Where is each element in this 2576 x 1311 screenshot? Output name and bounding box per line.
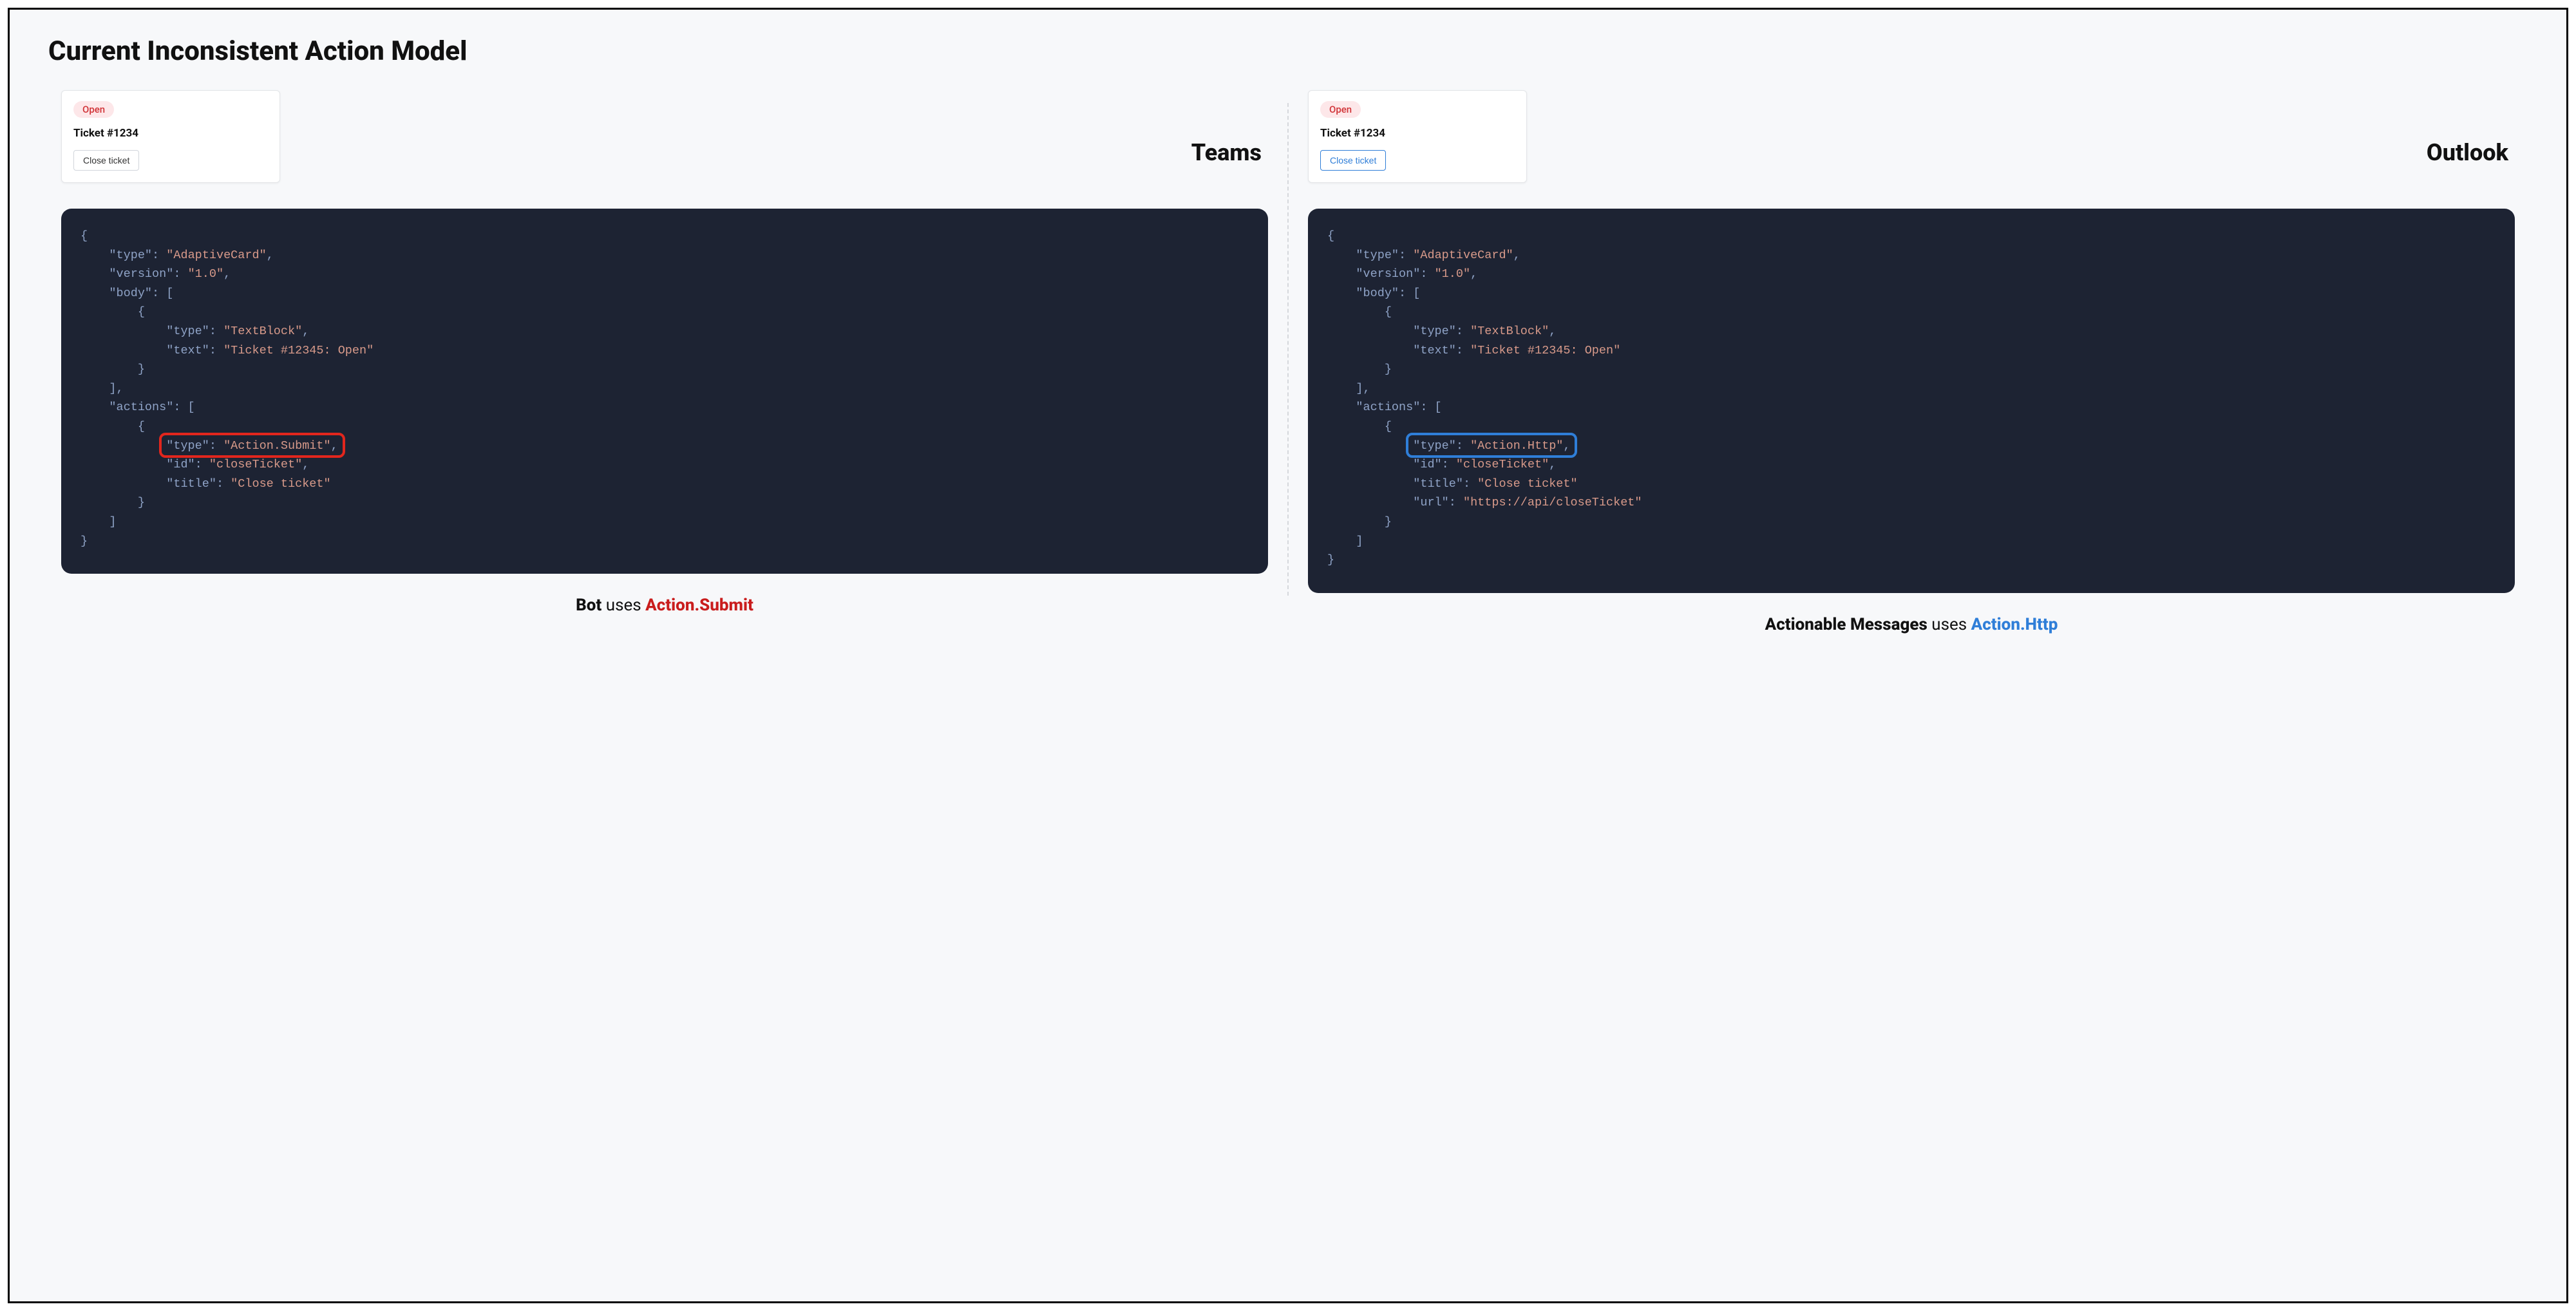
status-badge: Open [73,101,114,118]
caption-prefix: Bot [576,596,601,615]
caption-middle: uses [601,596,645,615]
columns: Open Ticket #1234 Close ticket Teams { "… [42,90,2534,634]
ticket-title: Ticket #1234 [73,127,268,140]
adaptive-card-outlook: Open Ticket #1234 Close ticket [1308,90,1527,183]
caption-suffix: Action.Submit [645,596,753,615]
card-row-right: Open Ticket #1234 Close ticket Outlook [1308,90,2515,183]
card-row-left: Open Ticket #1234 Close ticket Teams [61,90,1268,183]
code-block-outlook: { "type": "AdaptiveCard", "version": "1.… [1308,209,2515,593]
caption-outlook: Actionable Messages uses Action.Http [1308,615,2515,634]
column-teams: Open Ticket #1234 Close ticket Teams { "… [42,90,1287,634]
page-title: Current Inconsistent Action Model [48,35,2534,67]
caption-middle: uses [1927,615,1971,634]
close-ticket-button[interactable]: Close ticket [1320,150,1386,171]
code-block-teams: { "type": "AdaptiveCard", "version": "1.… [61,209,1268,574]
diagram-frame: Current Inconsistent Action Model Open T… [8,8,2568,1303]
column-outlook: Open Ticket #1234 Close ticket Outlook {… [1289,90,2534,634]
caption-teams: Bot uses Action.Submit [61,596,1268,615]
platform-label-outlook: Outlook [2427,139,2508,166]
platform-label-teams: Teams [1191,139,1262,166]
ticket-title: Ticket #1234 [1320,127,1515,140]
caption-suffix: Action.Http [1971,615,2058,634]
close-ticket-button[interactable]: Close ticket [73,150,139,171]
adaptive-card-teams: Open Ticket #1234 Close ticket [61,90,280,183]
caption-prefix: Actionable Messages [1765,615,1927,634]
status-badge: Open [1320,101,1361,118]
